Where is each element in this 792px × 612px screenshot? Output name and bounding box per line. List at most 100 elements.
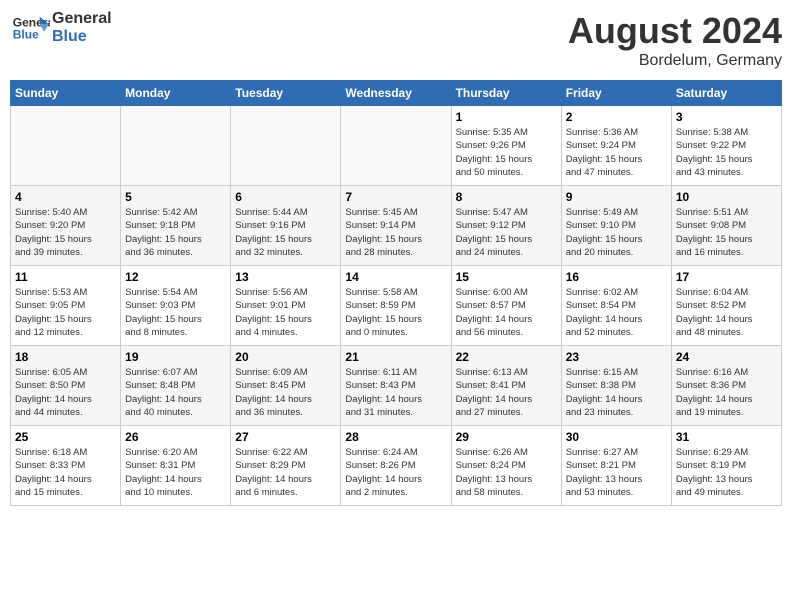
day-info: Sunrise: 6:18 AM Sunset: 8:33 PM Dayligh…	[15, 446, 116, 499]
day-number: 31	[676, 430, 777, 444]
calendar-cell: 6 Sunrise: 5:44 AM Sunset: 9:16 PM Daylig…	[231, 186, 341, 266]
day-info: Sunrise: 6:11 AM Sunset: 8:43 PM Dayligh…	[345, 366, 446, 419]
day-number: 21	[345, 350, 446, 364]
day-info: Sunrise: 5:56 AM Sunset: 9:01 PM Dayligh…	[235, 286, 336, 339]
calendar-cell: 24 Sunrise: 6:16 AM Sunset: 8:36 PM Dayli…	[671, 346, 781, 426]
calendar-cell	[11, 106, 121, 186]
calendar-cell	[231, 106, 341, 186]
day-number: 26	[125, 430, 226, 444]
location-title: Bordelum, Germany	[568, 52, 782, 70]
day-info: Sunrise: 6:13 AM Sunset: 8:41 PM Dayligh…	[456, 366, 557, 419]
weekday-header-sunday: Sunday	[11, 81, 121, 106]
day-number: 22	[456, 350, 557, 364]
calendar-cell: 23Sunrise: 6:15 AM Sunset: 8:38 PM Dayli…	[561, 346, 671, 426]
day-number: 1	[456, 110, 557, 124]
logo-blue: Blue	[52, 28, 112, 46]
calendar-cell: 26 Sunrise: 6:20 AM Sunset: 8:31 PM Dayli…	[121, 426, 231, 506]
calendar-cell	[341, 106, 451, 186]
day-number: 3	[676, 110, 777, 124]
calendar-cell: 3 Sunrise: 5:38 AM Sunset: 9:22 PM Daylig…	[671, 106, 781, 186]
weekday-header-thursday: Thursday	[451, 81, 561, 106]
calendar-cell: 1 Sunrise: 5:35 AM Sunset: 9:26 PM Daylig…	[451, 106, 561, 186]
calendar-cell: 7Sunrise: 5:45 AM Sunset: 9:14 PM Daylig…	[341, 186, 451, 266]
day-info: Sunrise: 6:04 AM Sunset: 8:52 PM Dayligh…	[676, 286, 777, 339]
day-number: 27	[235, 430, 336, 444]
day-number: 11	[15, 270, 116, 284]
calendar-cell: 10 Sunrise: 5:51 AM Sunset: 9:08 PM Dayli…	[671, 186, 781, 266]
day-info: Sunrise: 5:51 AM Sunset: 9:08 PM Dayligh…	[676, 206, 777, 259]
calendar-cell: 8 Sunrise: 5:47 AM Sunset: 9:12 PM Daylig…	[451, 186, 561, 266]
day-info: Sunrise: 5:44 AM Sunset: 9:16 PM Dayligh…	[235, 206, 336, 259]
day-number: 30	[566, 430, 667, 444]
calendar-cell: 9Sunrise: 5:49 AM Sunset: 9:10 PM Daylig…	[561, 186, 671, 266]
day-info: Sunrise: 6:09 AM Sunset: 8:45 PM Dayligh…	[235, 366, 336, 419]
day-info: Sunrise: 6:05 AM Sunset: 8:50 PM Dayligh…	[15, 366, 116, 419]
day-number: 24	[676, 350, 777, 364]
day-number: 29	[456, 430, 557, 444]
calendar-cell: 14 Sunrise: 5:58 AM Sunset: 8:59 PM Dayli…	[341, 266, 451, 346]
day-number: 25	[15, 430, 116, 444]
day-info: Sunrise: 5:49 AM Sunset: 9:10 PM Dayligh…	[566, 206, 667, 259]
day-number: 4	[15, 190, 116, 204]
day-number: 14	[345, 270, 446, 284]
day-info: Sunrise: 5:35 AM Sunset: 9:26 PM Dayligh…	[456, 126, 557, 179]
calendar-cell: 19 Sunrise: 6:07 AM Sunset: 8:48 PM Dayli…	[121, 346, 231, 426]
day-number: 17	[676, 270, 777, 284]
logo-icon: General Blue	[10, 13, 50, 43]
day-info: Sunrise: 6:29 AM Sunset: 8:19 PM Dayligh…	[676, 446, 777, 499]
calendar-cell: 28Sunrise: 6:24 AM Sunset: 8:26 PM Dayli…	[341, 426, 451, 506]
day-info: Sunrise: 6:20 AM Sunset: 8:31 PM Dayligh…	[125, 446, 226, 499]
day-info: Sunrise: 5:36 AM Sunset: 9:24 PM Dayligh…	[566, 126, 667, 179]
weekday-header-wednesday: Wednesday	[341, 81, 451, 106]
weekday-header-saturday: Saturday	[671, 81, 781, 106]
weekday-header-monday: Monday	[121, 81, 231, 106]
day-info: Sunrise: 5:45 AM Sunset: 9:14 PM Dayligh…	[345, 206, 446, 259]
calendar-cell: 21 Sunrise: 6:11 AM Sunset: 8:43 PM Dayli…	[341, 346, 451, 426]
day-info: Sunrise: 5:47 AM Sunset: 9:12 PM Dayligh…	[456, 206, 557, 259]
day-number: 13	[235, 270, 336, 284]
calendar-cell: 29 Sunrise: 6:26 AM Sunset: 8:24 PM Dayli…	[451, 426, 561, 506]
calendar-cell	[121, 106, 231, 186]
day-number: 23	[566, 350, 667, 364]
day-number: 16	[566, 270, 667, 284]
day-number: 12	[125, 270, 226, 284]
day-number: 20	[235, 350, 336, 364]
page-header: General Blue General Blue August 2024 Bo…	[10, 10, 782, 70]
calendar-cell: 15 Sunrise: 6:00 AM Sunset: 8:57 PM Dayli…	[451, 266, 561, 346]
weekday-header-row: SundayMondayTuesdayWednesdayThursdayFrid…	[11, 81, 782, 106]
day-info: Sunrise: 6:02 AM Sunset: 8:54 PM Dayligh…	[566, 286, 667, 339]
week-row-3: 11Sunrise: 5:53 AM Sunset: 9:05 PM Dayli…	[11, 266, 782, 346]
week-row-2: 4 Sunrise: 5:40 AM Sunset: 9:20 PM Daylig…	[11, 186, 782, 266]
day-info: Sunrise: 6:27 AM Sunset: 8:21 PM Dayligh…	[566, 446, 667, 499]
day-info: Sunrise: 5:42 AM Sunset: 9:18 PM Dayligh…	[125, 206, 226, 259]
day-info: Sunrise: 6:00 AM Sunset: 8:57 PM Dayligh…	[456, 286, 557, 339]
day-number: 15	[456, 270, 557, 284]
day-number: 8	[456, 190, 557, 204]
day-number: 19	[125, 350, 226, 364]
day-number: 10	[676, 190, 777, 204]
day-info: Sunrise: 5:38 AM Sunset: 9:22 PM Dayligh…	[676, 126, 777, 179]
weekday-header-tuesday: Tuesday	[231, 81, 341, 106]
day-info: Sunrise: 5:54 AM Sunset: 9:03 PM Dayligh…	[125, 286, 226, 339]
week-row-5: 25 Sunrise: 6:18 AM Sunset: 8:33 PM Dayli…	[11, 426, 782, 506]
month-year-title: August 2024	[568, 10, 782, 52]
calendar-cell: 16 Sunrise: 6:02 AM Sunset: 8:54 PM Dayli…	[561, 266, 671, 346]
day-info: Sunrise: 6:26 AM Sunset: 8:24 PM Dayligh…	[456, 446, 557, 499]
month-title-block: August 2024 Bordelum, Germany	[568, 10, 782, 70]
day-number: 5	[125, 190, 226, 204]
calendar-cell: 4 Sunrise: 5:40 AM Sunset: 9:20 PM Daylig…	[11, 186, 121, 266]
calendar-cell: 22 Sunrise: 6:13 AM Sunset: 8:41 PM Dayli…	[451, 346, 561, 426]
week-row-1: 1 Sunrise: 5:35 AM Sunset: 9:26 PM Daylig…	[11, 106, 782, 186]
day-info: Sunrise: 6:16 AM Sunset: 8:36 PM Dayligh…	[676, 366, 777, 419]
day-info: Sunrise: 6:22 AM Sunset: 8:29 PM Dayligh…	[235, 446, 336, 499]
calendar-cell: 18Sunrise: 6:05 AM Sunset: 8:50 PM Dayli…	[11, 346, 121, 426]
calendar-cell: 25 Sunrise: 6:18 AM Sunset: 8:33 PM Dayli…	[11, 426, 121, 506]
calendar-cell: 30 Sunrise: 6:27 AM Sunset: 8:21 PM Dayli…	[561, 426, 671, 506]
day-info: Sunrise: 5:58 AM Sunset: 8:59 PM Dayligh…	[345, 286, 446, 339]
calendar-cell: 27 Sunrise: 6:22 AM Sunset: 8:29 PM Dayli…	[231, 426, 341, 506]
day-info: Sunrise: 5:40 AM Sunset: 9:20 PM Dayligh…	[15, 206, 116, 259]
day-number: 6	[235, 190, 336, 204]
day-info: Sunrise: 6:07 AM Sunset: 8:48 PM Dayligh…	[125, 366, 226, 419]
day-number: 28	[345, 430, 446, 444]
calendar-cell: 13 Sunrise: 5:56 AM Sunset: 9:01 PM Dayli…	[231, 266, 341, 346]
